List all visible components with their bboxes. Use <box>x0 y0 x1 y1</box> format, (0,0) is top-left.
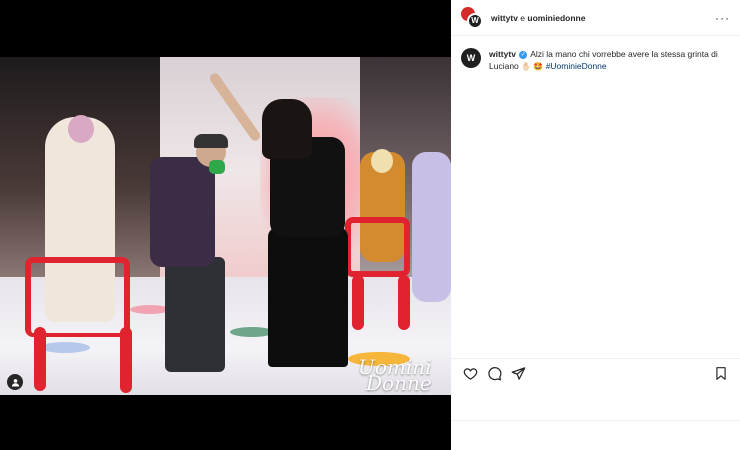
audience-woman-head <box>371 149 393 173</box>
show-logo-watermark: Uomini Donne <box>358 357 432 395</box>
floor-dot-pink <box>130 305 170 314</box>
share-icon[interactable] <box>509 365 527 383</box>
post-authors: wittytv e uominiedonne <box>491 13 715 23</box>
caption-emojis: ✋🏻 🤩 <box>521 62 544 71</box>
panel-divider <box>451 420 740 421</box>
comment-icon[interactable] <box>485 365 503 383</box>
post-actions-bar <box>451 358 740 388</box>
caption-avatar[interactable]: W <box>461 48 481 68</box>
red-chair-right <box>345 217 410 277</box>
bookmark-icon[interactable] <box>712 365 730 383</box>
old-man-body <box>150 157 215 267</box>
red-chair-left-leg <box>120 327 132 393</box>
more-options-icon[interactable]: ··· <box>715 11 730 25</box>
author-join: e <box>517 12 528 23</box>
caption-hashtag[interactable]: #UominieDonne <box>546 61 607 71</box>
watermark-line2: Donne <box>366 371 432 395</box>
old-man-green-mask <box>209 160 225 174</box>
old-man-legs <box>165 257 225 372</box>
red-chair-left <box>25 257 130 337</box>
post-caption: W wittytv ✓ Alzi la mano chi vorrebbe av… <box>451 36 740 73</box>
red-chair-right-leg <box>398 275 410 330</box>
floor-dot-blue <box>40 342 90 353</box>
post-photo[interactable]: Uomini Donne <box>0 57 451 395</box>
red-chair-left-leg <box>34 327 46 391</box>
caption-username[interactable]: wittytv <box>489 49 516 59</box>
user-tag-icon[interactable] <box>7 374 23 390</box>
post-media[interactable]: Uomini Donne <box>0 0 451 450</box>
post-side-panel: W wittytv e uominiedonne ··· W wittytv ✓… <box>451 0 740 450</box>
verified-badge-icon: ✓ <box>519 50 528 59</box>
wittytv-avatar[interactable]: W <box>467 12 483 29</box>
audience-woman-lilac <box>412 152 451 302</box>
dancer-hair <box>262 99 312 159</box>
collab-avatars[interactable]: W <box>461 6 483 29</box>
dancer-black-legs <box>268 227 348 367</box>
author-link-wittytv[interactable]: wittytv <box>491 13 518 23</box>
old-man-cap <box>194 134 228 148</box>
author-link-uominiedonne[interactable]: uominiedonne <box>527 13 585 23</box>
caption-text-block: wittytv ✓ Alzi la mano chi vorrebbe aver… <box>489 48 730 73</box>
heart-icon[interactable] <box>461 365 479 383</box>
red-chair-right-leg <box>352 275 364 330</box>
dancer-white-head <box>68 115 94 143</box>
post-header: W wittytv e uominiedonne ··· <box>451 0 740 36</box>
